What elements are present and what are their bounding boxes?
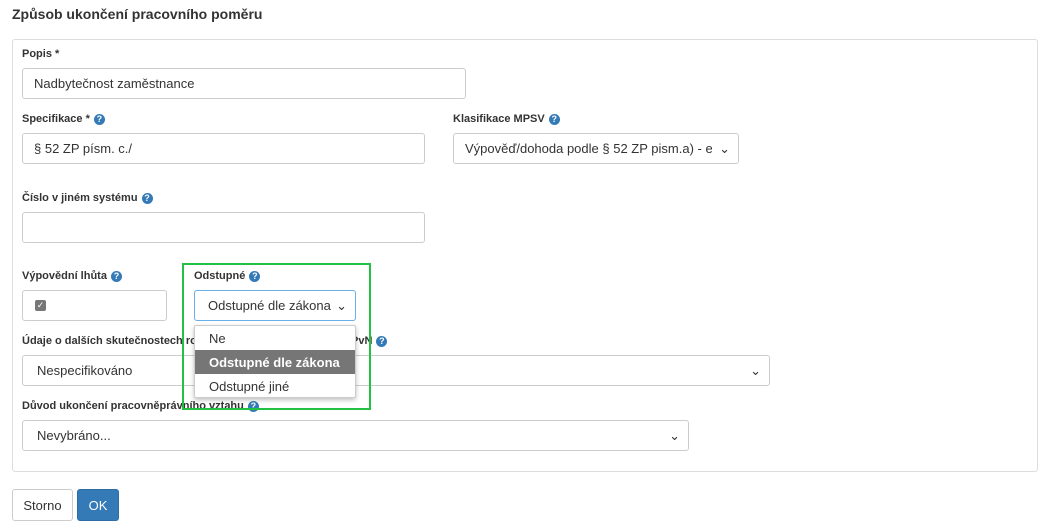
odstupne-option-dle-zakona[interactable]: Odstupné dle zákona xyxy=(195,350,355,374)
udaje-select[interactable]: Nespecifikováno ⌄ xyxy=(22,355,770,386)
specifikace-label: Specifikace * ? xyxy=(22,113,105,125)
page-title: Způsob ukončení pracovního poměru xyxy=(12,6,263,22)
popis-input[interactable]: Nadbytečnost zaměstnance xyxy=(22,68,466,99)
storno-button[interactable]: Storno xyxy=(12,489,73,521)
help-icon[interactable]: ? xyxy=(376,335,388,347)
help-icon[interactable]: ? xyxy=(247,400,259,412)
odstupne-label: Odstupné ? xyxy=(194,270,261,282)
duvod-label: Důvod ukončení pracovněprávního vztahu ? xyxy=(22,400,259,412)
help-icon[interactable]: ? xyxy=(548,113,560,125)
chevron-down-icon: ⌄ xyxy=(719,140,730,156)
odstupne-dropdown: Ne Odstupné dle zákona Odstupné jiné xyxy=(194,325,356,398)
chevron-down-icon: ⌄ xyxy=(750,362,761,378)
klasifikace-label: Klasifikace MPSV ? xyxy=(453,113,560,125)
chevron-down-icon: ⌄ xyxy=(336,297,347,313)
help-icon[interactable]: ? xyxy=(249,270,261,282)
cislo-input[interactable] xyxy=(22,212,425,243)
help-icon[interactable]: ? xyxy=(93,113,105,125)
odstupne-select[interactable]: Odstupné dle zákona ⌄ xyxy=(194,290,356,321)
odstupne-option-ne[interactable]: Ne xyxy=(195,326,355,350)
klasifikace-select[interactable]: Výpověď/dohoda podle § 52 ZP pism.a) - e… xyxy=(453,133,739,164)
help-icon[interactable]: ? xyxy=(141,192,153,204)
ok-button[interactable]: OK xyxy=(77,489,119,521)
cislo-label: Číslo v jiném systému ? xyxy=(22,192,153,204)
vypovedni-label: Výpovědní lhůta ? xyxy=(22,270,122,282)
vypovedni-field: ✓ xyxy=(22,290,167,321)
udaje-label-end: PvN ? xyxy=(351,335,388,347)
specifikace-input[interactable]: § 52 ZP písm. c./ xyxy=(22,133,425,164)
chevron-down-icon: ⌄ xyxy=(669,427,680,443)
help-icon[interactable]: ? xyxy=(110,270,122,282)
vypovedni-checkbox[interactable]: ✓ xyxy=(35,300,46,311)
odstupne-option-jine[interactable]: Odstupné jiné xyxy=(195,374,355,398)
popis-label: Popis * xyxy=(22,48,60,60)
duvod-select[interactable]: Nevybráno... ⌄ xyxy=(22,420,689,451)
udaje-label: Údaje o dalších skutečnostech roz xyxy=(22,335,203,347)
